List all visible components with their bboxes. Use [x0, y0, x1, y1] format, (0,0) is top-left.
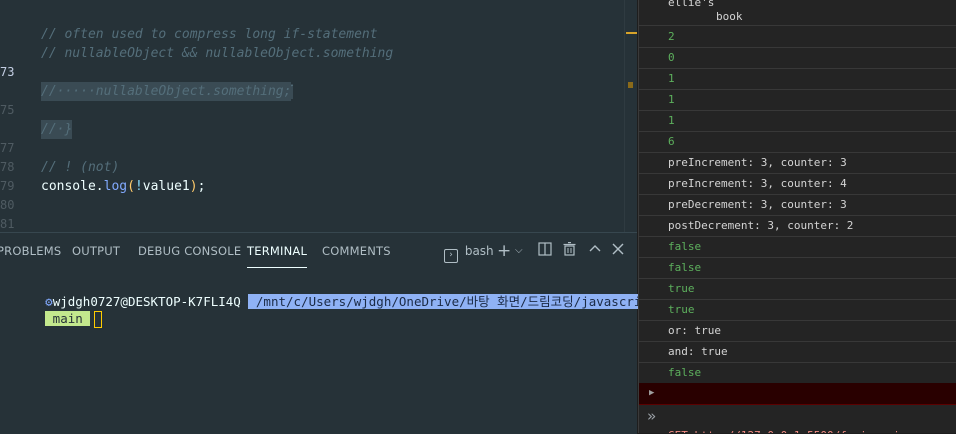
caret-right-icon[interactable]: ▶ [649, 383, 654, 404]
tab-terminal[interactable]: TERMINAL [247, 233, 308, 268]
bash-terminal-icon: › [444, 249, 458, 263]
console-entry: ellie's book [639, 0, 956, 26]
console-text: or: true [668, 324, 721, 337]
ruler-marker [628, 82, 633, 88]
code-line: 78 console.log(!value1); [0, 139, 637, 194]
plus-icon[interactable]: + [497, 242, 511, 260]
code-editor[interactable]: // often used to compress long if-statem… [0, 0, 637, 232]
bottom-panel: PROBLEMS OUTPUT DEBUG CONSOLE TERMINAL C… [0, 232, 657, 434]
console-entry: preIncrement: 3, counter: 4 [639, 173, 956, 195]
overview-ruler[interactable] [624, 0, 637, 232]
console-text: 2 [668, 30, 675, 43]
shell-label: bash [464, 244, 494, 258]
console-text: postDecrement: 3, counter: 2 [668, 219, 854, 232]
console-text: book [716, 10, 743, 23]
console-text: false [668, 366, 702, 379]
tab-problems[interactable]: PROBLEMS [0, 233, 61, 267]
console-text: true [668, 303, 695, 316]
console-entry: 0 [639, 47, 956, 69]
console-text: and: true [668, 345, 728, 358]
console-entry: or: true [639, 320, 956, 342]
chevron-up-icon[interactable] [589, 242, 601, 260]
terminal-shell-selector[interactable]: › bash [444, 242, 494, 263]
console-text: 0 [668, 51, 675, 64]
console-prompt[interactable]: » [639, 403, 956, 433]
console-entry: false [639, 236, 956, 258]
console-text: ellie's [668, 0, 715, 9]
code-line: // nullableObject && nullableObject.some… [0, 25, 637, 61]
console-entry: and: true [639, 341, 956, 363]
code-line: 80 [0, 177, 637, 212]
console-text: 1 [668, 114, 675, 127]
console-text: false [668, 240, 702, 253]
console-text: 1 [668, 72, 675, 85]
console-text: 6 [668, 135, 675, 148]
code-line: 82 for (let i = 0; i < 10; i++) { [0, 215, 637, 232]
console-entry: false [639, 362, 956, 384]
terminal-view[interactable]: ⚙wjdgh0727@DESKTOP-K7FLI4Q /mnt/c/Users/… [0, 273, 657, 433]
console-text: 1 [668, 93, 675, 106]
console-entry: false [639, 257, 956, 279]
split-icon[interactable] [538, 242, 552, 260]
console-entry: 2 [639, 26, 956, 48]
console-entry: preDecrement: 3, counter: 3 [639, 194, 956, 216]
terminal-input-line: main [0, 290, 103, 328]
code-line: 81 function check() { [0, 196, 637, 231]
console-entry: true [639, 299, 956, 321]
tab-comments[interactable]: COMMENTS [322, 233, 391, 267]
console-entry: 6 [639, 131, 956, 153]
console-entry: true [639, 278, 956, 300]
terminal-cursor [94, 311, 103, 328]
tab-debug-console[interactable]: DEBUG CONSOLE [138, 233, 241, 267]
code-line: // often used to compress long if-statem… [0, 6, 637, 42]
console-error-entry[interactable]: ▶ GET http://127.0.0.1:5500/favicon.ico [639, 383, 956, 433]
line-number: 75 [0, 103, 15, 117]
code-line: 75 //·} [0, 82, 637, 139]
terminal-path: /mnt/c/Users/wjdgh/OneDrive/바탕 화면/드림코딩/j… [248, 294, 657, 309]
console-entry: postDecrement: 3, counter: 2 [639, 215, 956, 237]
chevron-down-icon[interactable]: ⌵ [515, 242, 523, 260]
code-line: 73 // if·(nullableObject·!=·null)·{ [0, 44, 637, 99]
console-text: true [668, 282, 695, 295]
console-prompt-icon: » [647, 407, 657, 425]
panel-tab-bar: PROBLEMS OUTPUT DEBUG CONSOLE TERMINAL C… [0, 233, 637, 269]
console-entry: 1 [639, 89, 956, 111]
code-line: 79 [0, 158, 637, 193]
console-text: preIncrement: 3, counter: 4 [668, 177, 847, 190]
code-line: 77 // ! (not) [0, 120, 637, 175]
ruler-marker [626, 32, 637, 34]
console-entry: 1 [639, 68, 956, 90]
git-branch-badge: main [45, 311, 91, 326]
console-entry: preIncrement: 3, counter: 3 [639, 152, 956, 174]
trash-icon[interactable] [563, 242, 576, 260]
close-icon[interactable] [612, 242, 624, 260]
tab-output[interactable]: OUTPUT [72, 233, 120, 267]
code-line: //·····nullableObject.something; [0, 63, 637, 101]
console-text: false [668, 261, 702, 274]
browser-console: ellie's book 2 0 1 1 1 6 preIncrement: 3, coun… [638, 0, 956, 433]
console-entry: 1 [639, 110, 956, 132]
console-text: preIncrement: 3, counter: 3 [668, 156, 847, 169]
console-text: preDecrement: 3, counter: 3 [668, 198, 847, 211]
